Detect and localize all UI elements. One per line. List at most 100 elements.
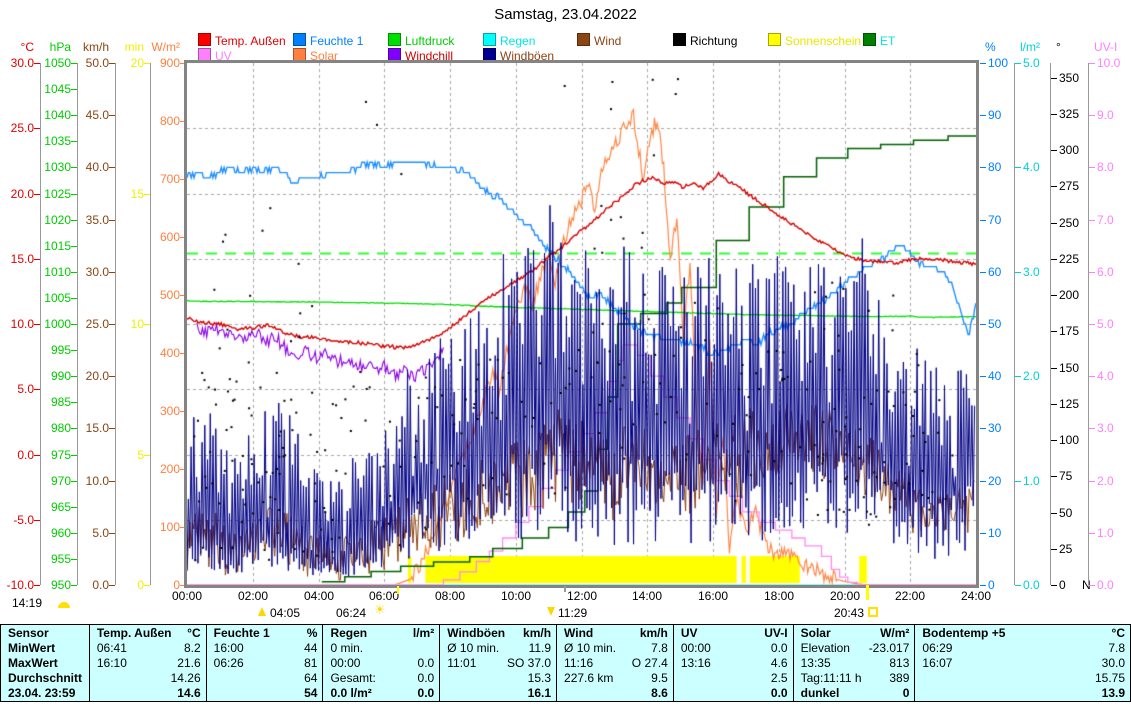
- axis-unit-label: W/m²: [134, 40, 180, 54]
- axis-tick: [34, 520, 40, 521]
- table-cell-label: Elevation: [801, 641, 850, 655]
- axis-tick: [109, 376, 115, 377]
- axis-tick: [71, 350, 77, 351]
- axis-tick: [144, 194, 150, 195]
- axis-tick: [109, 428, 115, 429]
- table-cell-label: 0.0 l/m²: [330, 686, 371, 700]
- table-cell-label: 227.6 km: [564, 671, 613, 685]
- axis-tick: [1089, 272, 1095, 273]
- table-cell-value: O 27.4: [632, 656, 668, 670]
- legend-swatch-icon: [388, 33, 401, 46]
- table-cell-value: 7.8: [1108, 641, 1125, 655]
- sunrise-icon: ☀: [374, 604, 386, 617]
- axis-tick: [980, 115, 986, 116]
- table-column-unit: km/h: [523, 626, 551, 640]
- table-row-label-text: MaxWert: [8, 656, 58, 670]
- moon-up-arrow-icon: [258, 607, 266, 616]
- axis-tick-label: 20.0: [63, 369, 109, 383]
- table-cell-value: 0.0: [771, 686, 788, 700]
- axis-tick: [1015, 63, 1021, 64]
- axis-tick: [980, 481, 986, 482]
- x-axis-tick-label: 10:00: [494, 589, 538, 603]
- table-cell-label: 13:16: [681, 656, 711, 670]
- axis-tick: [71, 402, 77, 403]
- axis-tick-label: 4.0: [1023, 160, 1069, 174]
- table-cell-value: 14.26: [171, 671, 201, 685]
- table-row-label-text: Sensor: [8, 626, 49, 640]
- table-column-header: UVUV-I: [674, 625, 793, 640]
- axis-tick: [1089, 376, 1095, 377]
- moon-down-arrow-icon: [547, 607, 555, 616]
- table-cell-label: 00:00: [681, 641, 711, 655]
- table-cell-value: 81: [304, 656, 317, 670]
- axis-tick-label: 35.0: [63, 213, 109, 227]
- table-cell-label: Ø 10 min.: [447, 641, 499, 655]
- table-row-label: Durchschnitt: [1, 671, 89, 686]
- axis-tick-label: 8.0: [1097, 160, 1131, 174]
- x-axis-tick-label: 18:00: [757, 589, 801, 603]
- legend-label: Temp. Außen: [215, 34, 286, 48]
- axis-tick-label: 995: [25, 343, 71, 357]
- table-column-name: Solar: [801, 626, 831, 640]
- table-row: 0 min.: [323, 640, 439, 655]
- axis-tick-label: 15.0: [63, 421, 109, 435]
- table-row: 8.6: [557, 686, 673, 701]
- axis-tick: [1089, 167, 1095, 168]
- axis-tick-label: 10.0: [63, 474, 109, 488]
- axis-line: [1014, 63, 1015, 585]
- axis-tick-label: 965: [25, 500, 71, 514]
- marker-time-label: 11:29: [558, 606, 587, 620]
- axis-tick: [980, 272, 986, 273]
- axis-tick-label: 45.0: [63, 108, 109, 122]
- axis-tick: [144, 455, 150, 456]
- legend-item-feuchte-1: Feuchte 1: [293, 33, 363, 46]
- axis-tick-label: 30: [988, 421, 1034, 435]
- legend-item-et: ET: [863, 33, 895, 46]
- axis-tick-label: 400: [134, 346, 180, 360]
- table-cell-label: 00:00: [330, 656, 360, 670]
- table-column-unit: l/m²: [413, 626, 434, 640]
- axis-tick: [1051, 476, 1057, 477]
- x-axis-tick-label: 22:00: [888, 589, 932, 603]
- table-column-name: UV: [681, 626, 698, 640]
- axis-tick-label: 955: [25, 552, 71, 566]
- legend-label: Luftdruck: [405, 34, 454, 48]
- axis-tick: [980, 167, 986, 168]
- axis-tick-label: 7.0: [1097, 213, 1131, 227]
- axis-tick: [1051, 114, 1057, 115]
- table-cell-value: 44: [304, 641, 317, 655]
- axis-tick: [71, 455, 77, 456]
- axis-tick: [1015, 272, 1021, 273]
- axis-tick: [1089, 585, 1095, 586]
- table-row: 13:164.6: [674, 655, 793, 670]
- axis-tick-label: 3.0: [1097, 421, 1131, 435]
- axis-tick-label: 100: [134, 520, 180, 534]
- axis-tick: [1051, 585, 1057, 586]
- table-cell-value: 21.6: [177, 656, 200, 670]
- axis-tick: [144, 324, 150, 325]
- table-cell-value: 16.1: [528, 686, 551, 700]
- axis-tick-label: 50: [988, 317, 1034, 331]
- axis-tick-label: 5: [98, 448, 144, 462]
- table-row: 0.0: [674, 686, 793, 701]
- table-cell-label: 06:26: [214, 656, 244, 670]
- axis-tick: [1051, 295, 1057, 296]
- axis-tick: [109, 272, 115, 273]
- x-axis-tick-label: 02:00: [231, 589, 275, 603]
- x-axis-tick-label: 12:00: [560, 589, 604, 603]
- table-row-label-text: Durchschnitt: [8, 671, 82, 685]
- noon-tick: [564, 586, 566, 592]
- axis-tick-label: 25.0: [0, 121, 34, 135]
- table-row: 16:0730.0: [915, 655, 1130, 670]
- axis-tick: [1051, 186, 1057, 187]
- axis-tick: [1051, 331, 1057, 332]
- table-column-unit: W/m²: [880, 626, 909, 640]
- table-column-header: Temp. Außen°C: [90, 625, 206, 640]
- axis-tick: [71, 507, 77, 508]
- axis-tick-label: 90: [988, 108, 1034, 122]
- table-cell-label: 11:01: [447, 656, 476, 670]
- axis-tick: [71, 298, 77, 299]
- table-row: Ø 10 min.7.8: [557, 640, 673, 655]
- table-column-temp-au-en: Temp. Außen°C06:418.216:1021.614.2614.6: [89, 625, 206, 701]
- legend-label: ET: [880, 34, 895, 48]
